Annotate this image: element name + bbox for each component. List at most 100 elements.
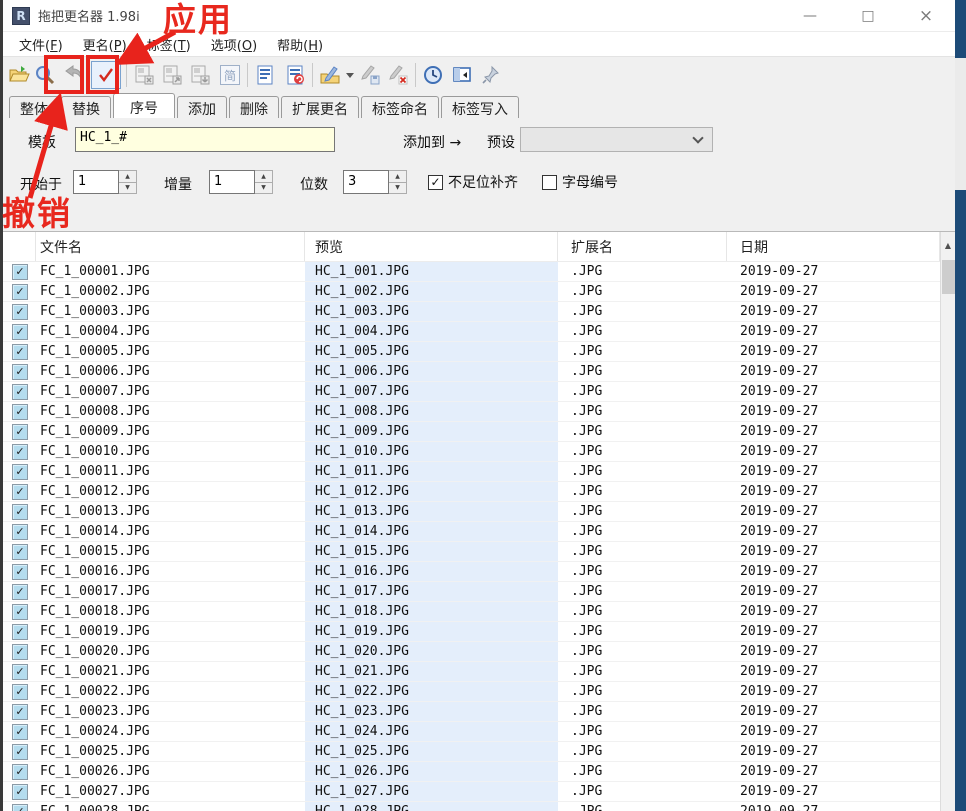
table-row[interactable]: ✓ FC_1_00022.JPG HC_1_022.JPG .JPG 2019-… — [3, 682, 940, 702]
spin-down-icon[interactable]: ▼ — [389, 183, 406, 194]
digits-value[interactable]: 3 — [343, 170, 389, 194]
pin-icon[interactable] — [479, 63, 503, 87]
increment-value[interactable]: 1 — [209, 170, 255, 194]
row-checkbox[interactable]: ✓ — [12, 324, 28, 340]
row-checkbox[interactable]: ✓ — [12, 664, 28, 680]
write-tag-dropdown-caret-icon[interactable] — [346, 73, 354, 78]
tag-delete-icon[interactable] — [386, 63, 410, 87]
row-checkbox[interactable]: ✓ — [12, 504, 28, 520]
tab-1[interactable]: 整体 — [9, 96, 59, 118]
menu-item-o[interactable]: 选项(O) — [201, 33, 267, 56]
row-checkbox[interactable]: ✓ — [12, 384, 28, 400]
table-row[interactable]: ✓ FC_1_00020.JPG HC_1_020.JPG .JPG 2019-… — [3, 642, 940, 662]
vertical-scrollbar[interactable]: ▲ — [940, 232, 955, 811]
checkbox-unchecked-icon[interactable] — [542, 175, 557, 190]
column-header-4[interactable]: 日期 — [727, 232, 940, 261]
pad-checkbox[interactable]: ✓ 不足位补齐 — [428, 172, 518, 192]
undo-icon[interactable] — [61, 63, 85, 87]
column-header-1[interactable]: 文件名 — [36, 232, 305, 261]
close-button[interactable]: × — [897, 0, 955, 31]
tab-8[interactable]: 标签写入 — [441, 96, 519, 118]
row-checkbox[interactable]: ✓ — [12, 464, 28, 480]
row-checkbox[interactable]: ✓ — [12, 624, 28, 640]
row-checkbox[interactable]: ✓ — [12, 764, 28, 780]
row-checkbox[interactable]: ✓ — [12, 604, 28, 620]
preset-dropdown[interactable] — [520, 127, 713, 152]
tab-7[interactable]: 标签命名 — [361, 96, 439, 118]
column-header-3[interactable]: 扩展名 — [558, 232, 727, 261]
minimize-button[interactable]: — — [781, 0, 839, 31]
rename-import-icon[interactable] — [188, 63, 212, 87]
table-row[interactable]: ✓ FC_1_00017.JPG HC_1_017.JPG .JPG 2019-… — [3, 582, 940, 602]
tab-5[interactable]: 删除 — [229, 96, 279, 118]
rename-manual-icon[interactable] — [160, 63, 184, 87]
menu-item-t[interactable]: 标签(T) — [137, 33, 201, 56]
tab-3[interactable]: 序号 — [113, 93, 175, 118]
table-row[interactable]: ✓ FC_1_00001.JPG HC_1_001.JPG .JPG 2019-… — [3, 262, 940, 282]
table-row[interactable]: ✓ FC_1_00013.JPG HC_1_013.JPG .JPG 2019-… — [3, 502, 940, 522]
table-row[interactable]: ✓ FC_1_00018.JPG HC_1_018.JPG .JPG 2019-… — [3, 602, 940, 622]
table-row[interactable]: ✓ FC_1_00006.JPG HC_1_006.JPG .JPG 2019-… — [3, 362, 940, 382]
column-header-2[interactable]: 预览 — [305, 232, 558, 261]
spin-up-icon[interactable]: ▲ — [255, 171, 272, 183]
row-checkbox[interactable]: ✓ — [12, 364, 28, 380]
table-row[interactable]: ✓ FC_1_00025.JPG HC_1_025.JPG .JPG 2019-… — [3, 742, 940, 762]
spin-up-icon[interactable]: ▲ — [389, 171, 406, 183]
write-tag-folder-icon[interactable] — [318, 63, 342, 87]
row-checkbox[interactable]: ✓ — [12, 564, 28, 580]
tab-2[interactable]: 替换 — [61, 96, 111, 118]
row-checkbox[interactable]: ✓ — [12, 284, 28, 300]
tab-4[interactable]: 添加 — [177, 96, 227, 118]
table-row[interactable]: ✓ FC_1_00005.JPG HC_1_005.JPG .JPG 2019-… — [3, 342, 940, 362]
scroll-up-icon[interactable]: ▲ — [941, 232, 955, 258]
spin-up-icon[interactable]: ▲ — [119, 171, 136, 183]
alpha-checkbox[interactable]: 字母编号 — [542, 172, 618, 192]
tag-save-icon[interactable] — [358, 63, 382, 87]
row-checkbox[interactable]: ✓ — [12, 264, 28, 280]
table-row[interactable]: ✓ FC_1_00021.JPG HC_1_021.JPG .JPG 2019-… — [3, 662, 940, 682]
table-row[interactable]: ✓ FC_1_00023.JPG HC_1_023.JPG .JPG 2019-… — [3, 702, 940, 722]
apply-check-icon[interactable] — [91, 61, 121, 89]
row-checkbox[interactable]: ✓ — [12, 704, 28, 720]
table-row[interactable]: ✓ FC_1_00024.JPG HC_1_024.JPG .JPG 2019-… — [3, 722, 940, 742]
table-row[interactable]: ✓ FC_1_00003.JPG HC_1_003.JPG .JPG 2019-… — [3, 302, 940, 322]
search-preview-icon[interactable] — [33, 63, 57, 87]
tab-6[interactable]: 扩展更名 — [281, 96, 359, 118]
table-row[interactable]: ✓ FC_1_00009.JPG HC_1_009.JPG .JPG 2019-… — [3, 422, 940, 442]
row-checkbox[interactable]: ✓ — [12, 584, 28, 600]
table-row[interactable]: ✓ FC_1_00026.JPG HC_1_026.JPG .JPG 2019-… — [3, 762, 940, 782]
spin-down-icon[interactable]: ▼ — [119, 183, 136, 194]
table-row[interactable]: ✓ FC_1_00007.JPG HC_1_007.JPG .JPG 2019-… — [3, 382, 940, 402]
checkbox-checked-icon[interactable]: ✓ — [428, 175, 443, 190]
row-checkbox[interactable]: ✓ — [12, 724, 28, 740]
table-row[interactable]: ✓ FC_1_00015.JPG HC_1_015.JPG .JPG 2019-… — [3, 542, 940, 562]
row-checkbox[interactable]: ✓ — [12, 424, 28, 440]
simplified-convert-icon[interactable]: 简 — [218, 63, 242, 87]
table-row[interactable]: ✓ FC_1_00027.JPG HC_1_027.JPG .JPG 2019-… — [3, 782, 940, 802]
menu-item-p[interactable]: 更名(P) — [73, 33, 137, 56]
table-row[interactable]: ✓ FC_1_00011.JPG HC_1_011.JPG .JPG 2019-… — [3, 462, 940, 482]
table-row[interactable]: ✓ FC_1_00012.JPG HC_1_012.JPG .JPG 2019-… — [3, 482, 940, 502]
row-checkbox[interactable]: ✓ — [12, 644, 28, 660]
row-checkbox[interactable]: ✓ — [12, 784, 28, 800]
table-row[interactable]: ✓ FC_1_00014.JPG HC_1_014.JPG .JPG 2019-… — [3, 522, 940, 542]
table-row[interactable]: ✓ FC_1_00016.JPG HC_1_016.JPG .JPG 2019-… — [3, 562, 940, 582]
row-checkbox[interactable]: ✓ — [12, 344, 28, 360]
rename-auto-icon[interactable] — [132, 63, 156, 87]
template-input[interactable]: HC_1_# — [75, 127, 335, 152]
open-folder-icon[interactable] — [7, 63, 31, 87]
list-refresh-icon[interactable] — [283, 63, 307, 87]
row-checkbox[interactable]: ✓ — [12, 684, 28, 700]
menu-item-h[interactable]: 帮助(H) — [267, 33, 333, 56]
row-checkbox[interactable]: ✓ — [12, 544, 28, 560]
row-checkbox[interactable]: ✓ — [12, 484, 28, 500]
menu-item-f[interactable]: 文件(F) — [9, 33, 73, 56]
row-checkbox[interactable]: ✓ — [12, 304, 28, 320]
maximize-button[interactable]: □ — [839, 0, 897, 31]
table-row[interactable]: ✓ FC_1_00008.JPG HC_1_008.JPG .JPG 2019-… — [3, 402, 940, 422]
history-clock-icon[interactable] — [421, 63, 445, 87]
table-row[interactable]: ✓ FC_1_00010.JPG HC_1_010.JPG .JPG 2019-… — [3, 442, 940, 462]
row-checkbox[interactable]: ✓ — [12, 524, 28, 540]
table-row[interactable]: ✓ FC_1_00019.JPG HC_1_019.JPG .JPG 2019-… — [3, 622, 940, 642]
row-checkbox[interactable]: ✓ — [12, 804, 28, 811]
